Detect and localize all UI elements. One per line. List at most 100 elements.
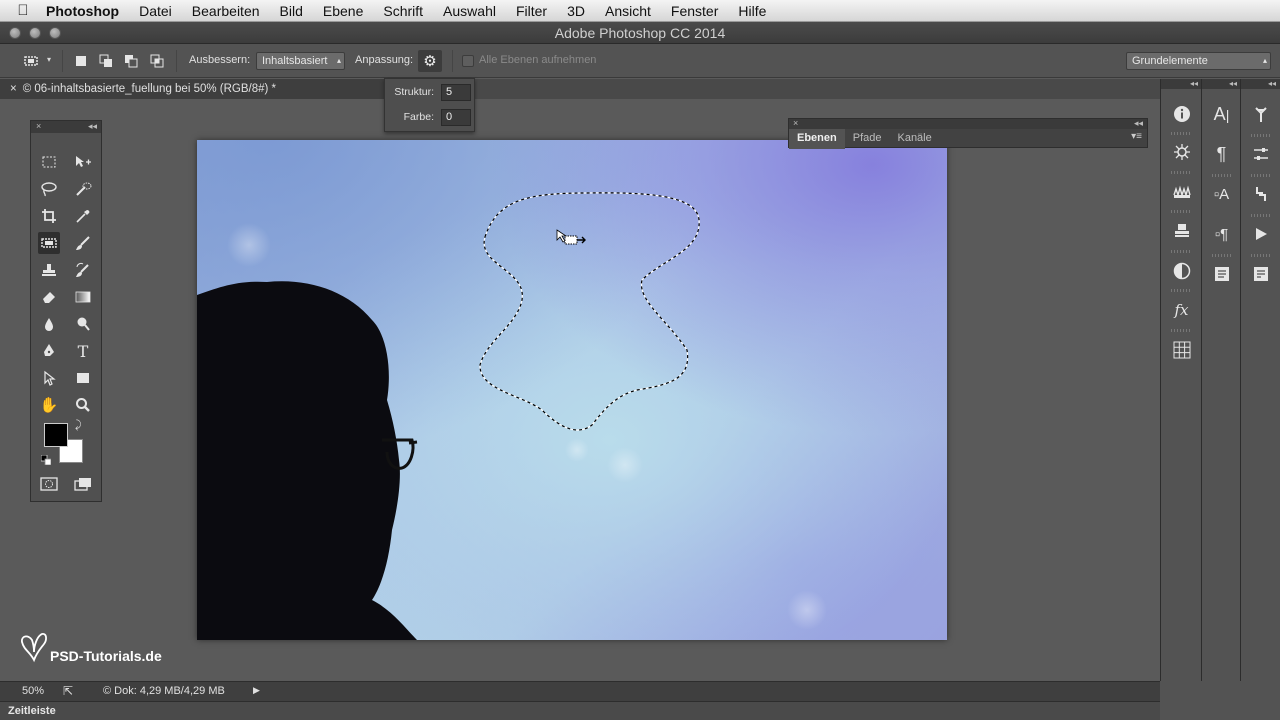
brush-settings-icon[interactable] [1161,137,1202,167]
menu-schrift[interactable]: Schrift [383,3,423,19]
updown-arrow-icon: ▴ [336,56,341,65]
add-selection-icon[interactable] [97,52,115,70]
blur-tool-icon[interactable] [38,313,60,335]
dock-column-3: ◂◂ [1240,79,1280,681]
history-brush-tool-icon[interactable] [72,259,94,281]
libraries-icon[interactable] [1241,259,1280,289]
stamp-tool-icon[interactable] [38,259,60,281]
options-bar: ▾ Ausbessern: Inhaltsbasiert ▴ Anpassung… [0,44,1280,78]
eraser-tool-icon[interactable] [38,286,60,308]
screen-mode-icon[interactable] [72,473,94,495]
menu-3d[interactable]: 3D [567,3,585,19]
character-icon[interactable]: A| [1202,99,1241,129]
alle-ebenen-checkbox[interactable] [462,55,474,67]
menu-ansicht[interactable]: Ansicht [605,3,651,19]
actions-play-icon[interactable] [1241,219,1280,249]
gradient-tool-icon[interactable] [72,286,94,308]
history-icon[interactable] [1241,179,1280,209]
status-menu-arrow-icon[interactable]: ▶ [253,685,260,696]
subtract-selection-icon[interactable] [122,52,140,70]
eyedropper-tool-icon[interactable] [72,205,94,227]
brush-tool-icon[interactable] [72,232,94,254]
timeline-panel-tab[interactable]: Zeitleiste [0,701,1160,720]
menu-filter[interactable]: Filter [516,3,547,19]
swatches-icon[interactable] [1161,335,1202,365]
collapse-icon[interactable]: ◂◂ [1134,118,1143,129]
intersect-selection-icon[interactable] [148,52,166,70]
zoom-tool-icon[interactable] [72,394,94,416]
crop-tool-icon[interactable] [38,205,60,227]
quick-selection-tool-icon[interactable] [72,178,94,200]
patch-tool-icon[interactable] [38,232,60,254]
character-styles-icon[interactable]: ▫A [1202,179,1241,209]
tab-strip [440,79,1160,99]
default-colors-icon[interactable] [41,455,51,465]
lasso-tool-icon[interactable] [38,178,60,200]
info-icon[interactable] [1161,99,1202,129]
chevron-down-icon[interactable]: ▾ [47,55,51,64]
butterfly-logo-icon [21,633,47,663]
collapse-icon[interactable]: ◂◂ [1161,79,1202,89]
rectangle-tool-icon[interactable] [72,367,94,389]
collapse-icon[interactable]: ◂◂ [1202,79,1241,89]
farbe-input[interactable]: 0 [441,109,471,126]
document-tab[interactable]: × © 06-inhaltsbasierte_fuellung bei 50% (… [0,79,440,99]
anpassung-settings-button[interactable]: ⚙ [418,50,442,72]
foreground-color-swatch[interactable] [44,423,68,447]
document-canvas[interactable] [197,140,947,640]
patch-tool-preset-icon[interactable] [22,52,40,70]
move-tool-icon[interactable] [72,151,94,173]
document-tab-title: © 06-inhaltsbasierte_fuellung bei 50% (R… [22,83,277,95]
ausbessern-select[interactable]: Inhaltsbasiert ▴ [256,52,345,70]
tool-presets-icon[interactable] [1241,99,1280,129]
pen-tool-icon[interactable] [38,340,60,362]
struktur-label: Struktur: [394,86,434,98]
menu-ebene[interactable]: Ebene [323,3,363,19]
apple-icon[interactable]:  [0,2,46,19]
menu-bild[interactable]: Bild [280,3,303,19]
collapse-icon[interactable]: ◂◂ [1241,79,1280,89]
close-icon[interactable]: × [36,121,41,131]
new-selection-icon[interactable] [72,52,90,70]
close-tab-icon[interactable]: × [10,83,17,95]
workspace-select[interactable]: Grundelemente ▴ [1126,52,1271,70]
share-icon[interactable]: ⇱ [63,684,73,698]
menubar:  Photoshop Datei Bearbeiten Bild Ebene … [0,0,1280,22]
menu-fenster[interactable]: Fenster [671,3,718,19]
paragraph-styles-icon[interactable]: ▫¶ [1202,219,1241,249]
dodge-tool-icon[interactable] [72,313,94,335]
tools-panel: × ◂◂ T ✋ ⤸ [30,120,102,502]
collapse-icon[interactable]: ◂◂ [88,121,97,132]
dock-column-2: ◂◂ A| ¶ ▫A ▫¶ [1201,79,1241,681]
properties-icon[interactable] [1241,139,1280,169]
menu-bearbeiten[interactable]: Bearbeiten [192,3,260,19]
path-selection-tool-icon[interactable] [38,367,60,389]
tab-kanaele[interactable]: Kanäle [889,129,939,149]
anpassung-popup: Struktur: 5 Farbe: 0 [384,78,475,132]
app-menu-photoshop[interactable]: Photoshop [46,3,119,19]
styles-fx-icon[interactable]: fx [1161,295,1202,325]
patch-selection-outline[interactable] [197,140,947,640]
adjustments-icon[interactable] [1161,256,1202,286]
menu-datei[interactable]: Datei [139,3,172,19]
tab-pfade[interactable]: Pfade [845,129,890,149]
panel-menu-icon[interactable]: ▾≡ [1131,131,1142,142]
marquee-tool-icon[interactable] [38,151,60,173]
menu-auswahl[interactable]: Auswahl [443,3,496,19]
menu-hilfe[interactable]: Hilfe [738,3,766,19]
farbe-label: Farbe: [403,111,434,123]
notes-icon[interactable] [1202,259,1241,289]
patch-cursor-icon [556,229,586,245]
tab-ebenen[interactable]: Ebenen [789,129,845,149]
brushes-icon[interactable] [1161,177,1202,207]
zoom-level[interactable]: 50% [22,685,44,697]
swap-colors-icon[interactable]: ⤸ [75,419,82,432]
close-icon[interactable]: × [793,118,798,128]
paragraph-icon[interactable]: ¶ [1202,139,1241,169]
type-tool-icon[interactable]: T [72,340,94,362]
clone-source-icon[interactable] [1161,216,1202,246]
quick-mask-icon[interactable] [38,473,60,495]
hand-tool-icon[interactable]: ✋ [38,394,60,416]
struktur-input[interactable]: 5 [441,84,471,101]
gear-icon: ⚙ [423,53,437,70]
